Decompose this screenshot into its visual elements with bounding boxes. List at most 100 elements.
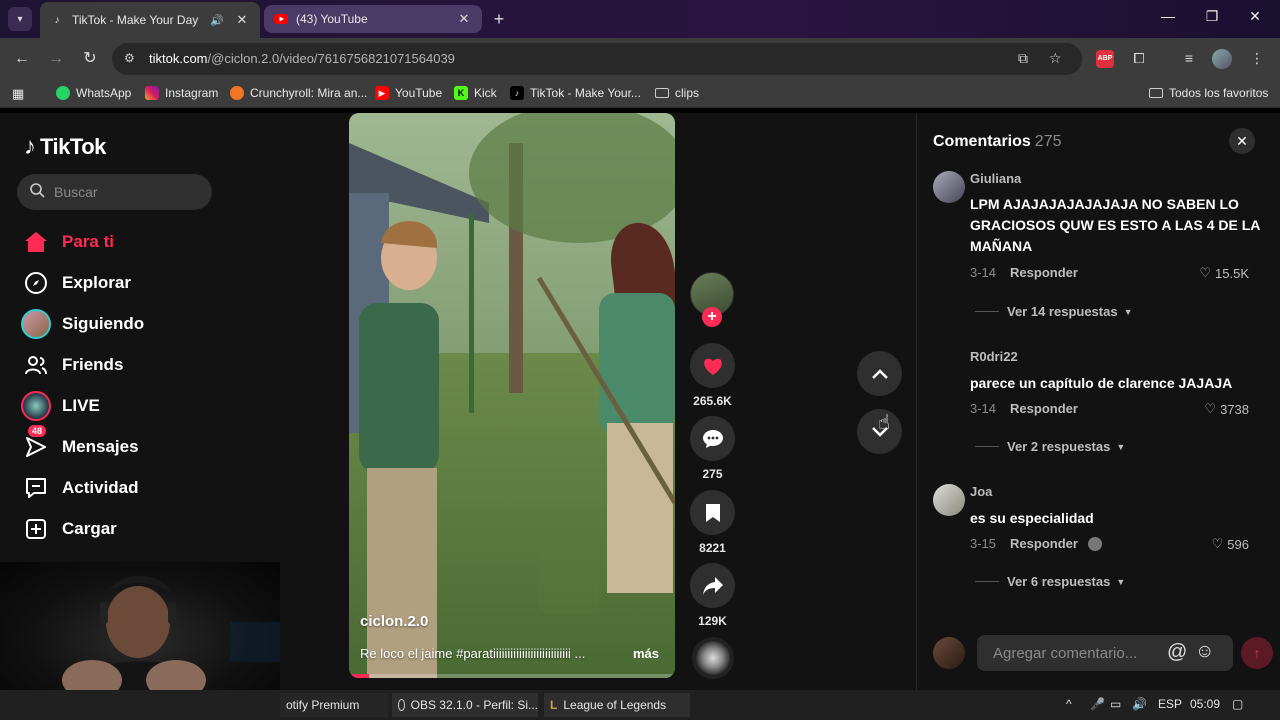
share-button[interactable] xyxy=(690,563,735,608)
mention-icon[interactable]: @ xyxy=(1167,641,1187,664)
current-user-avatar xyxy=(933,637,965,669)
reload-icon[interactable]: ↻ xyxy=(80,49,100,69)
search-box[interactable] xyxy=(17,174,212,210)
volume-icon[interactable]: 🔊 xyxy=(1132,697,1147,711)
comment-username[interactable]: Joa xyxy=(970,484,992,499)
comment-likes[interactable]: ♡ 596 xyxy=(1212,536,1249,552)
sidebar-item-siguiendo[interactable]: Siguiendo xyxy=(20,307,230,341)
microphone-icon[interactable]: 🎤 xyxy=(1090,697,1105,711)
back-icon[interactable]: ← xyxy=(12,49,32,69)
language-indicator[interactable]: ESP xyxy=(1158,697,1182,711)
tiktok-logo[interactable]: ♪ TikTok xyxy=(24,133,106,161)
comment-likes[interactable]: ♡ 15.5K xyxy=(1199,265,1249,281)
like-count: 265.6K xyxy=(693,394,732,408)
extensions-icon[interactable]: ⧠ xyxy=(1130,50,1148,67)
bookmarks-bar: ▦ WhatsApp Instagram Crunchyroll: Mira a… xyxy=(0,80,1280,108)
bookmark-youtube[interactable]: ▶ YouTube xyxy=(375,86,442,100)
follow-plus-button[interactable]: + xyxy=(702,307,722,327)
site-info-icon[interactable]: ⚙ xyxy=(124,51,135,65)
bookmark-kick[interactable]: K Kick xyxy=(454,86,497,100)
restore-icon[interactable]: ❐ xyxy=(1197,8,1227,25)
like-button[interactable] xyxy=(690,343,735,388)
search-input[interactable] xyxy=(54,182,204,202)
post-comment-button[interactable]: ↑ xyxy=(1241,637,1273,669)
taskbar-obs[interactable]: OBS 32.1.0 - Perfil: Si... xyxy=(392,693,538,717)
comment-avatar[interactable] xyxy=(933,484,965,516)
comment-username[interactable]: R0dri22 xyxy=(970,349,1018,364)
sidebar-item-actividad[interactable]: Actividad xyxy=(20,471,230,505)
minimize-icon[interactable]: — xyxy=(1153,8,1183,24)
close-window-icon[interactable]: ✕ xyxy=(1240,8,1270,25)
save-button[interactable] xyxy=(690,490,735,535)
taskbar-spotify[interactable]: otify Premium xyxy=(280,693,388,717)
reply-button[interactable]: Responder xyxy=(1010,265,1078,280)
clock[interactable]: 05:09 xyxy=(1190,697,1220,711)
notifications-icon[interactable]: ▢ xyxy=(1232,697,1243,711)
adblock-extension-icon[interactable]: ABP xyxy=(1096,50,1114,68)
music-disc[interactable] xyxy=(692,637,734,679)
network-icon[interactable]: ▭ xyxy=(1110,697,1121,711)
sidebar-item-label: Friends xyxy=(62,355,124,374)
sidebar-item-cargar[interactable]: Cargar xyxy=(20,512,230,546)
reply-button[interactable]: Responder xyxy=(1010,536,1078,551)
sidebar-item-label: Cargar xyxy=(62,519,117,538)
live-icon xyxy=(20,390,52,422)
sidebar-item-label: Mensajes xyxy=(62,437,139,456)
sidebar-item-label: Para ti xyxy=(62,232,114,251)
bookmark-icon xyxy=(705,503,720,522)
bookmark-whatsapp[interactable]: WhatsApp xyxy=(56,86,131,100)
sidebar-item-mensajes[interactable]: 48 Mensajes xyxy=(20,425,230,464)
video-more-link[interactable]: más xyxy=(633,646,659,661)
bookmark-instagram[interactable]: Instagram xyxy=(145,86,218,100)
emoji-icon[interactable]: ☺ xyxy=(1195,641,1214,663)
menu-kebab-icon[interactable]: ⋮ xyxy=(1248,50,1266,67)
video-description: Re loco el jaime #paratiiiiiiiiiiiiiiiii… xyxy=(360,646,586,661)
view-replies-button[interactable]: Ver 2 respuestas ▼ xyxy=(975,439,1125,454)
comment-count: 275 xyxy=(702,467,723,481)
comment-avatar[interactable] xyxy=(933,349,965,381)
bookmark-star-icon[interactable]: ☆ xyxy=(1049,50,1062,67)
reply-button[interactable]: Responder xyxy=(1010,401,1078,416)
folder-icon xyxy=(655,88,669,98)
profile-avatar[interactable] xyxy=(1212,49,1232,69)
tab-search-menu-button[interactable]: ▾ xyxy=(8,7,32,31)
video-player[interactable]: ciclon.2.0 Re loco el jaime #paratiiiiii… xyxy=(349,113,675,678)
bookmark-folder-clips[interactable]: clips xyxy=(655,86,699,100)
sidebar-item-explorar[interactable]: Explorar xyxy=(20,266,230,300)
whatsapp-icon xyxy=(56,86,70,100)
all-bookmarks-folder[interactable]: Todos los favoritos xyxy=(1149,86,1268,100)
comment-likes[interactable]: ♡ 3738 xyxy=(1204,401,1249,417)
video-progress-bar[interactable] xyxy=(349,674,675,678)
forward-icon[interactable]: → xyxy=(46,49,66,69)
sidebar-item-friends[interactable]: Friends xyxy=(20,348,230,382)
install-app-icon[interactable]: ⧉ xyxy=(1018,50,1028,67)
new-tab-button[interactable]: + xyxy=(488,8,510,30)
tray-chevron-up-icon[interactable]: ^ xyxy=(1066,697,1072,711)
media-controls-icon[interactable]: ≡ xyxy=(1180,50,1198,66)
close-comments-button[interactable]: ✕ xyxy=(1229,128,1255,154)
previous-video-button[interactable] xyxy=(857,351,902,396)
view-replies-button[interactable]: Ver 6 respuestas ▼ xyxy=(975,574,1125,589)
taskbar-league[interactable]: L League of Legends xyxy=(544,693,690,717)
sidebar-item-live[interactable]: LIVE xyxy=(20,389,230,423)
tab-title: (43) YouTube xyxy=(296,12,368,26)
comment-avatar[interactable] xyxy=(933,171,965,203)
view-replies-button[interactable]: Ver 14 respuestas ▼ xyxy=(975,304,1133,319)
video-frame xyxy=(349,113,675,678)
comment-input[interactable] xyxy=(993,643,1158,663)
comment-button[interactable] xyxy=(690,416,735,461)
close-tab-icon[interactable]: ✕ xyxy=(456,11,472,27)
close-tab-icon[interactable]: ✕ xyxy=(234,12,250,28)
tab-youtube[interactable]: (43) YouTube ✕ xyxy=(264,5,482,33)
bookmark-crunchyroll[interactable]: Crunchyroll: Mira an... xyxy=(230,86,367,100)
sidebar-item-para-ti[interactable]: Para ti xyxy=(20,225,230,259)
apps-grid-icon[interactable]: ▦ xyxy=(12,86,24,102)
bookmark-tiktok[interactable]: ♪ TikTok - Make Your... xyxy=(510,86,641,100)
comment-username[interactable]: Giuliana xyxy=(970,171,1021,186)
tab-tiktok[interactable]: ♪ TikTok - Make Your Day 🔊 ✕ xyxy=(40,2,260,38)
speaker-icon[interactable]: 🔊 xyxy=(210,14,224,27)
comment-input-box[interactable]: @ ☺ xyxy=(977,635,1233,671)
address-bar[interactable]: ⚙ tiktok.com/@ciclon.2.0/video/761675682… xyxy=(112,43,1082,75)
video-author[interactable]: ciclon.2.0 xyxy=(360,613,428,630)
messages-badge: 48 xyxy=(28,425,47,437)
